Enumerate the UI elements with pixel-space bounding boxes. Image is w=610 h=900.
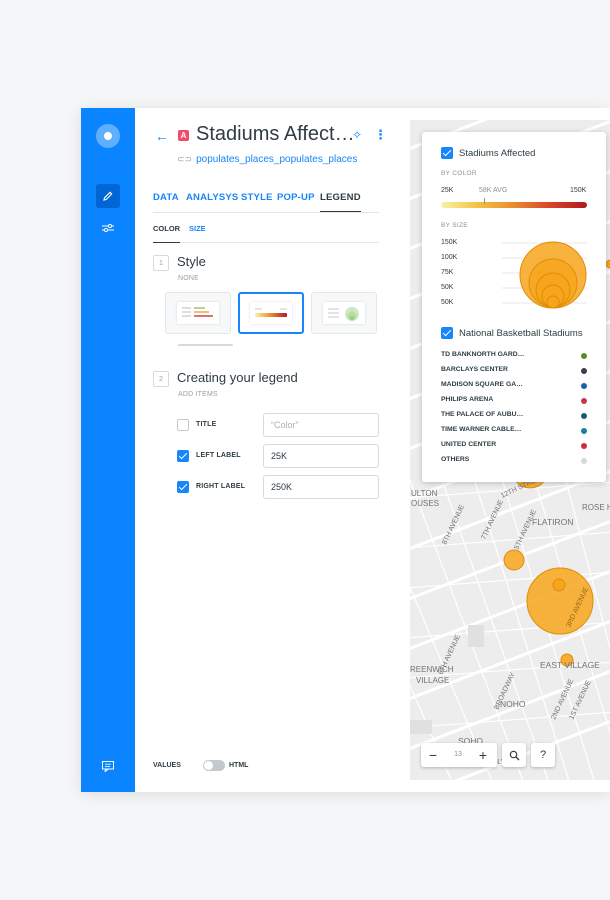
tab-legend[interactable]: LEGEND — [320, 192, 361, 212]
map-label: ROSE H — [582, 503, 610, 512]
step-subtitle: ADD ITEMS — [178, 391, 218, 398]
legend-subtabs: COLOR SIZE — [153, 224, 379, 243]
legend-category-row: MADISON SQUARE GA… — [441, 381, 591, 393]
stadium-bubble[interactable] — [503, 549, 525, 571]
map-label: REENWICH — [410, 665, 454, 674]
category-name: BARCLAYS CENTER — [441, 366, 508, 373]
left-nav — [81, 108, 135, 792]
zoom-out-button[interactable]: − — [421, 743, 445, 767]
html-label: HTML — [229, 762, 249, 769]
legend-item-title: TITLE “Color” — [177, 413, 379, 437]
size-bubbles — [502, 241, 587, 309]
dataset-link[interactable]: ⊂⊃ populates_places_populates_places — [177, 154, 357, 165]
category-swatch — [581, 458, 587, 464]
legend-style-gradient[interactable] — [238, 292, 304, 334]
category-swatch — [581, 413, 587, 419]
dataset-name[interactable]: populates_places_populates_places — [196, 154, 357, 165]
step-subtitle: NONE — [178, 275, 200, 282]
zoom-in-button[interactable]: + — [471, 743, 495, 767]
category-swatch — [581, 353, 587, 359]
stadium-bubble[interactable] — [605, 259, 610, 269]
title-label: TITLE — [196, 421, 217, 428]
step-number: 2 — [153, 371, 169, 387]
step-title-creating-legend: Creating your legend — [177, 370, 298, 385]
layer-letter-badge: A — [178, 130, 189, 141]
feedback-icon[interactable] — [96, 754, 120, 778]
tab-style[interactable]: STYLE — [241, 192, 273, 203]
map-label: VILLAGE — [416, 676, 449, 685]
subtab-size[interactable]: SIZE — [189, 224, 206, 233]
map-legend: Stadiums Affected BY COLOR 25K 58K AVG 1… — [422, 132, 606, 482]
logo-icon[interactable] — [96, 124, 120, 148]
values-label: VALUES — [153, 762, 181, 769]
map-search-button[interactable] — [502, 743, 526, 767]
back-arrow-icon[interactable]: ← — [155, 128, 169, 144]
app-window: ← A Stadiums Affect… ✧ ⋮ ⊂⊃ populates_pla… — [81, 108, 610, 792]
left-label-checkbox[interactable] — [177, 450, 189, 462]
category-swatch — [581, 368, 587, 374]
layer2-visibility-checkbox[interactable] — [441, 327, 453, 339]
legend-category-row: TIME WARNER CABLE… — [441, 426, 591, 438]
sliders-icon[interactable] — [96, 216, 120, 240]
tab-data[interactable]: DATA — [153, 192, 179, 203]
category-name: TIME WARNER CABLE… — [441, 426, 522, 433]
tab-analysys[interactable]: ANALYSYS — [186, 192, 238, 203]
left-label-input[interactable]: 25K — [263, 444, 379, 468]
category-name: THE PALACE OF AUBU… — [441, 411, 524, 418]
zoom-level: 13 — [454, 751, 462, 758]
help-button[interactable]: ? — [531, 743, 555, 767]
main-tabs: DATA ANALYSYS STYLE POP-UP LEGEND — [153, 192, 379, 213]
bubble-preview — [323, 302, 365, 324]
values-html-toggle[interactable] — [203, 760, 225, 771]
legend-item-left-label: LEFT LABEL 25K — [177, 444, 379, 468]
left-label-label: LEFT LABEL — [196, 452, 241, 459]
category-swatch — [581, 443, 587, 449]
values-html-switch: VALUES HTML — [153, 760, 248, 771]
right-label-label: RIGHT LABEL — [196, 483, 246, 490]
title-checkbox[interactable] — [177, 419, 189, 431]
category-name: OTHERS — [441, 456, 470, 463]
map-label: FLATIRON — [532, 517, 573, 527]
database-icon: ⊂⊃ — [177, 154, 193, 164]
legend-category-row: TD BANKNORTH GARD… — [441, 351, 591, 363]
category-name: MADISON SQUARE GA… — [441, 381, 523, 388]
style-scrollbar[interactable] — [178, 344, 233, 346]
layer-edit-panel: ← A Stadiums Affect… ✧ ⋮ ⊂⊃ populates_pla… — [135, 108, 397, 792]
magic-sparkle-icon[interactable]: ✧ — [352, 128, 362, 142]
category-swatch — [581, 383, 587, 389]
legend-category-row: BARCLAYS CENTER — [441, 366, 591, 378]
category-swatch — [581, 428, 587, 434]
map-label: NOHO — [500, 699, 526, 709]
map-label: OUSES — [411, 499, 439, 508]
tab-popup[interactable]: POP-UP — [277, 192, 315, 203]
map-label: ULTON — [411, 489, 438, 498]
layer-title[interactable]: Stadiums Affect… — [196, 123, 354, 146]
step-title-style: Style — [177, 254, 206, 269]
search-icon — [509, 750, 519, 761]
legend-style-preview — [177, 302, 219, 324]
stadium-bubble[interactable] — [552, 578, 566, 592]
category-name: PHILIPS ARENA — [441, 396, 494, 403]
legend-category-row: OTHERS — [441, 456, 591, 468]
category-name: UNITED CENTER — [441, 441, 497, 448]
subtab-color[interactable]: COLOR — [153, 224, 181, 243]
category-name: TD BANKNORTH GARD… — [441, 351, 525, 358]
right-label-input[interactable]: 250K — [263, 475, 379, 499]
map-label: EAST VILLAGE — [540, 660, 600, 670]
legend-category-row: UNITED CENTER — [441, 441, 591, 453]
legend-category-row: THE PALACE OF AUBU… — [441, 411, 591, 423]
edit-pencil-icon[interactable] — [96, 184, 120, 208]
zoom-control: − 13 + — [421, 743, 497, 767]
more-options-icon[interactable]: ⋮ — [374, 127, 387, 143]
legend-category-row: PHILIPS ARENA — [441, 396, 591, 408]
title-input[interactable]: “Color” — [263, 413, 379, 437]
legend-style-none[interactable] — [165, 292, 231, 334]
legend-item-right-label: RIGHT LABEL 250K — [177, 475, 379, 499]
legend-layer2-title: National Basketball Stadiums — [459, 328, 583, 339]
step-number: 1 — [153, 255, 169, 271]
legend-style-bubble[interactable] — [311, 292, 377, 334]
gradient-preview — [250, 302, 292, 324]
right-label-checkbox[interactable] — [177, 481, 189, 493]
category-swatch — [581, 398, 587, 404]
